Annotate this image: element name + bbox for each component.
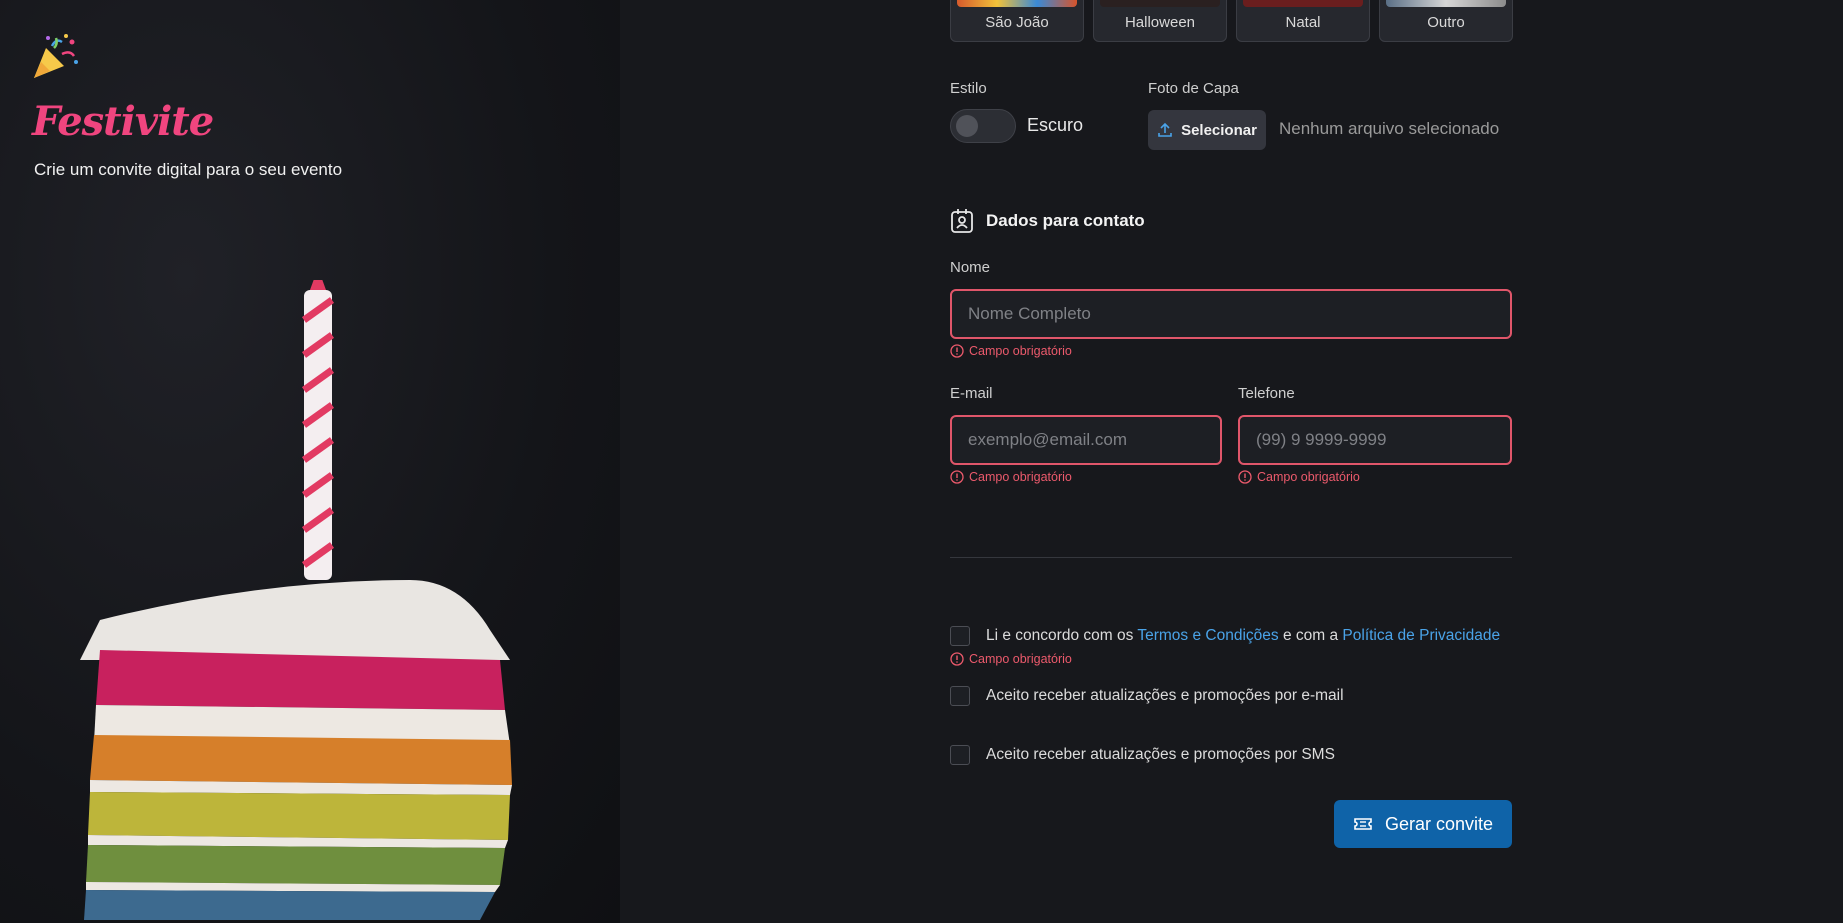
alert-icon: [950, 470, 964, 484]
toggle-knob: [956, 115, 978, 137]
terms-error: Campo obrigatório: [950, 652, 1072, 666]
theme-card-natal[interactable]: Natal: [1236, 0, 1370, 42]
theme-selector: São João Halloween Natal Outro: [950, 0, 1513, 42]
alert-icon: [950, 652, 964, 666]
theme-label: Halloween: [1124, 14, 1196, 31]
contact-section-header: Dados para contato: [950, 208, 1145, 234]
theme-label: Outro: [1427, 14, 1465, 31]
theme-label: Natal: [1285, 14, 1321, 31]
section-divider: [950, 557, 1512, 558]
name-error-text: Campo obrigatório: [969, 344, 1072, 358]
terms-checkbox[interactable]: [950, 626, 970, 646]
ticket-icon: [1354, 818, 1372, 830]
name-label: Nome: [950, 259, 991, 276]
phone-error: Campo obrigatório: [1238, 470, 1360, 484]
invite-form: São João Halloween Natal Outro Estilo Es…: [950, 0, 1513, 923]
name-input[interactable]: [950, 289, 1512, 339]
phone-error-text: Campo obrigatório: [1257, 470, 1360, 484]
terms-consent-row: Li e concordo com os Termos e Condições …: [950, 626, 1500, 646]
phone-label: Telefone: [1238, 385, 1295, 402]
email-label: E-mail: [950, 385, 993, 402]
generate-invite-label: Gerar convite: [1384, 813, 1494, 834]
sms-optin-label: Aceito receber atualizações e promoções …: [986, 746, 1335, 763]
toggle-label: Escuro: [1027, 115, 1084, 135]
terms-text: Li e concordo com os Termos e Condições …: [986, 627, 1500, 645]
email-field[interactable]: [950, 415, 1222, 465]
privacy-link[interactable]: Política de Privacidade: [1342, 627, 1500, 644]
theme-thumbnail: [1243, 0, 1363, 7]
style-label: Estilo: [950, 80, 987, 97]
terms-error-text: Campo obrigatório: [969, 652, 1072, 666]
email-error: Campo obrigatório: [950, 470, 1072, 484]
hero-tagline: Crie um convite digital para o seu event…: [34, 160, 343, 179]
sms-optin-checkbox[interactable]: [950, 745, 970, 765]
terms-prefix: Li e concordo com os: [986, 627, 1134, 644]
terms-link[interactable]: Termos e Condições: [1137, 627, 1278, 644]
theme-card-halloween[interactable]: Halloween: [1093, 0, 1227, 42]
cake-image: [80, 280, 512, 920]
brand-name: Festivite: [32, 98, 214, 145]
theme-card-outro[interactable]: Outro: [1379, 0, 1513, 42]
hero-panel: Festivite Crie um convite digital para o…: [0, 0, 620, 923]
theme-card-sao-joao[interactable]: São João: [950, 0, 1084, 42]
contact-section-title: Dados para contato: [986, 211, 1145, 230]
select-file-label: Selecionar: [1181, 121, 1257, 139]
sms-optin-row: Aceito receber atualizações e promoções …: [950, 745, 1335, 765]
contact-card-icon: [951, 209, 973, 233]
alert-icon: [1238, 470, 1252, 484]
email-error-text: Campo obrigatório: [969, 470, 1072, 484]
dark-mode-toggle[interactable]: [950, 109, 1016, 143]
theme-label: São João: [985, 14, 1049, 31]
upload-icon: [1158, 122, 1172, 137]
party-popper-icon: [34, 34, 78, 78]
theme-thumbnail: [1100, 0, 1220, 7]
terms-middle: e com a: [1282, 627, 1339, 644]
alert-icon: [950, 344, 964, 358]
file-status: Nenhum arquivo selecionado: [1279, 119, 1500, 138]
theme-thumbnail: [957, 0, 1077, 7]
email-optin-checkbox[interactable]: [950, 686, 970, 706]
name-error: Campo obrigatório: [950, 344, 1072, 358]
theme-thumbnail: [1386, 0, 1506, 7]
email-optin-row: Aceito receber atualizações e promoções …: [950, 686, 1344, 706]
phone-field[interactable]: [1238, 415, 1512, 465]
generate-invite-button[interactable]: Gerar convite: [1334, 800, 1512, 848]
email-optin-label: Aceito receber atualizações e promoções …: [986, 687, 1344, 704]
cover-photo-label: Foto de Capa: [1148, 80, 1239, 97]
select-file-button[interactable]: Selecionar: [1148, 110, 1266, 150]
